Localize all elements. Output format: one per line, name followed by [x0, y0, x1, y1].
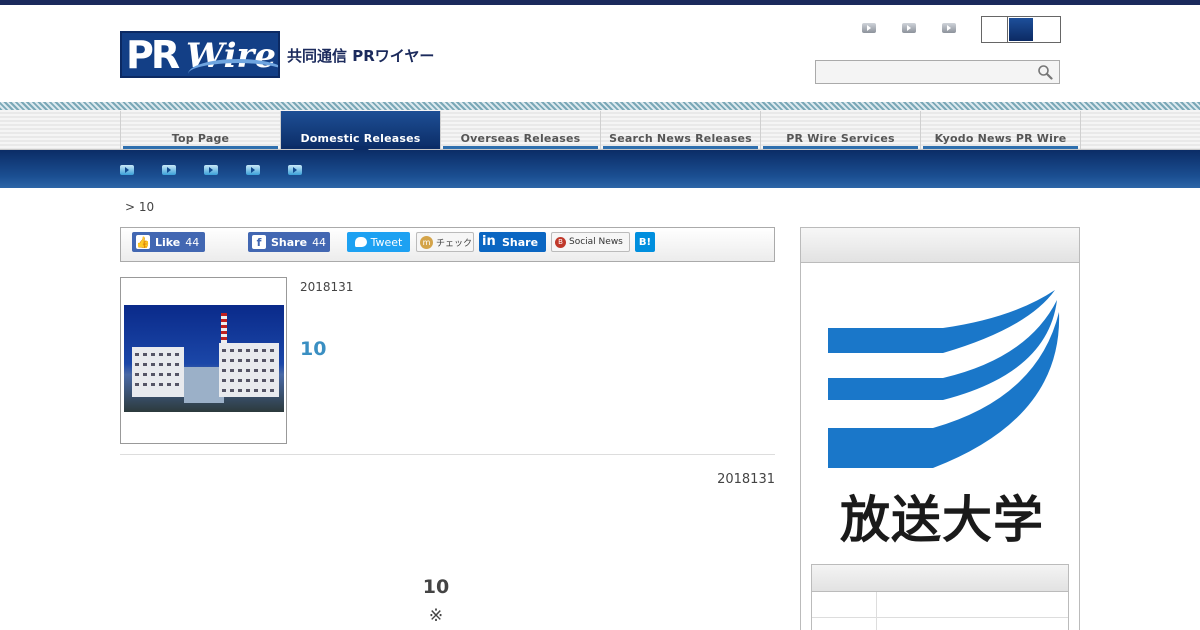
search-icon[interactable]: [1037, 64, 1053, 80]
utility-links: [862, 23, 956, 33]
body-date: 2018131: [717, 472, 775, 487]
article-thumbnail[interactable]: [120, 277, 287, 444]
subnav-item-5-arrow-icon[interactable]: [288, 165, 302, 175]
hatena-bookmark-button[interactable]: B!: [635, 232, 655, 252]
top-accent-bar: [0, 0, 1200, 5]
prwire-logo-mark: PR Wire: [120, 30, 280, 78]
main-nav: Top Page Domestic Releases Overseas Rele…: [120, 111, 1081, 156]
subnav-item-1-arrow-icon[interactable]: [120, 165, 134, 175]
facebook-share-button[interactable]: f Share 44: [248, 232, 330, 252]
tab-search-news-releases[interactable]: Search News Releases: [601, 111, 761, 149]
tab-pr-wire-services[interactable]: PR Wire Services: [761, 111, 921, 149]
mixi-label: チェック: [436, 238, 473, 249]
facebook-icon: f: [252, 235, 266, 249]
fb-share-label: Share: [271, 235, 308, 249]
tab-overseas-releases[interactable]: Overseas Releases: [441, 111, 601, 149]
logo-pr-text: PR: [126, 32, 180, 77]
info-row: [812, 592, 1068, 618]
mixi-icon: m: [420, 235, 433, 249]
subnav-items: [120, 165, 302, 175]
utility-link-2-arrow-icon[interactable]: [902, 23, 916, 33]
social-news-button[interactable]: B Social News: [551, 232, 630, 252]
article-date: 2018131: [300, 280, 354, 294]
reference-mark: ※: [428, 606, 444, 626]
company-info-table: [811, 564, 1069, 630]
mixi-check-button[interactable]: m チェック: [416, 232, 474, 252]
utility-link-3-arrow-icon[interactable]: [942, 23, 956, 33]
info-table-header: [812, 565, 1068, 592]
site-logo[interactable]: PR Wire 共同通信 PRワイヤー: [120, 30, 434, 78]
content-divider: [120, 454, 775, 455]
tab-kyodo-news-pr-wire[interactable]: Kyodo News PR Wire: [921, 111, 1081, 149]
university-name: 放送大学: [840, 491, 1044, 549]
sidebar-company-box: 放送大学: [800, 227, 1080, 630]
building-right: [219, 343, 279, 397]
social-news-label: Social News: [569, 237, 623, 247]
sidebar-header: [801, 228, 1079, 263]
tweet-label: Tweet: [370, 235, 403, 249]
twitter-bird-icon: [354, 237, 367, 247]
subnav-item-4-arrow-icon[interactable]: [246, 165, 260, 175]
breadcrumb: > 10: [125, 200, 155, 214]
linkedin-label: Share: [502, 235, 539, 249]
facebook-like-button[interactable]: 👍 Like 44: [132, 232, 205, 252]
sub-nav: [0, 150, 1200, 188]
fb-share-count: 44: [312, 235, 327, 249]
info-row: [812, 618, 1068, 630]
linkedin-share-button[interactable]: in Share: [479, 232, 546, 252]
social-share-bar: 👍 Like 44 f Share 44 Tweet m チェック in Sha…: [120, 227, 775, 262]
tweet-button[interactable]: Tweet: [347, 232, 410, 252]
fb-like-label: Like: [155, 235, 181, 249]
article-title[interactable]: 10: [300, 338, 326, 360]
logo-japanese-text: 共同通信 PRワイヤー: [287, 46, 435, 65]
social-news-icon: B: [555, 236, 566, 248]
radio-tower: [221, 313, 227, 343]
tab-top-page[interactable]: Top Page: [121, 111, 281, 149]
subnav-item-2-arrow-icon[interactable]: [162, 165, 176, 175]
search-input[interactable]: [815, 60, 1060, 84]
body-heading: 10: [422, 576, 450, 598]
font-size-medium-button[interactable]: [1008, 17, 1034, 42]
font-size-control: [981, 16, 1061, 43]
nav-stripe: [0, 102, 1200, 110]
fb-like-count: 44: [185, 235, 200, 249]
utility-link-1-arrow-icon[interactable]: [862, 23, 876, 33]
font-size-large-button[interactable]: [1034, 17, 1060, 42]
building-entrance: [184, 367, 224, 403]
tab-domestic-releases[interactable]: Domestic Releases: [281, 111, 441, 156]
building-left: [132, 347, 184, 397]
building-photo: [124, 305, 284, 412]
linkedin-icon: in: [482, 234, 496, 249]
font-size-small-button[interactable]: [982, 17, 1008, 42]
subnav-item-3-arrow-icon[interactable]: [204, 165, 218, 175]
thumbs-up-icon: 👍: [136, 235, 150, 249]
